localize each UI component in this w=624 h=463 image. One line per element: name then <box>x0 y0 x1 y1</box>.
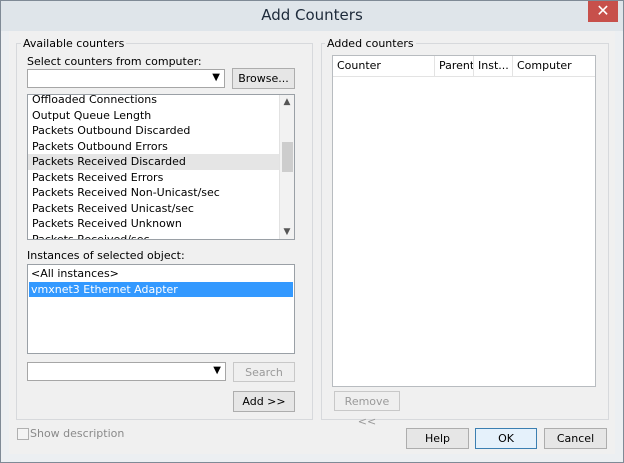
table-header: Counter Parent Inst... Computer <box>333 56 595 77</box>
title-bar: Add Counters ✕ <box>1 1 623 31</box>
dialog-body: Available counters Select counters from … <box>9 31 615 454</box>
counter-list-item[interactable]: Packets Received Discarded <box>28 154 279 170</box>
counter-list-item[interactable]: Packets Outbound Discarded <box>28 123 279 139</box>
computer-combo[interactable]: ▼ <box>27 69 225 88</box>
counters-list-items: Offloaded Connections Output Queue Length… <box>28 95 279 240</box>
scroll-down-icon[interactable]: ▼ <box>280 227 294 237</box>
instance-list-item[interactable]: <All instances> <box>29 266 293 282</box>
added-counters-table[interactable]: Counter Parent Inst... Computer <box>332 55 596 387</box>
search-button[interactable]: Search <box>233 362 295 382</box>
help-button[interactable]: Help <box>406 428 469 449</box>
counter-list-item[interactable]: Packets Outbound Errors <box>28 139 279 155</box>
counters-list[interactable]: Offloaded Connections Output Queue Length… <box>27 94 295 240</box>
window-title: Add Counters <box>261 6 363 24</box>
add-button[interactable]: Add >> <box>233 391 295 412</box>
dropdown-arrow-icon: ▼ <box>212 72 220 83</box>
browse-button[interactable]: Browse... <box>232 68 295 89</box>
added-counters-label: Added counters <box>325 37 416 50</box>
column-header-instance[interactable]: Inst... <box>474 56 513 76</box>
ok-button[interactable]: OK <box>475 428 537 449</box>
instance-list-item[interactable]: vmxnet3 Ethernet Adapter <box>29 281 293 297</box>
close-button[interactable]: ✕ <box>588 1 618 22</box>
scroll-up-icon[interactable]: ▲ <box>280 97 294 107</box>
counter-list-item[interactable]: Packets Received Non-Unicast/sec <box>28 185 279 201</box>
counter-list-item[interactable]: Packets Received Unicast/sec <box>28 201 279 217</box>
column-header-computer[interactable]: Computer <box>513 56 595 76</box>
available-counters-label: Available counters <box>21 37 127 50</box>
counter-list-item[interactable]: Offloaded Connections <box>28 95 279 108</box>
instances-list-items: <All instances> vmxnet3 Ethernet Adapter <box>29 266 293 297</box>
show-description-label: Show description <box>30 427 125 440</box>
counter-list-item[interactable]: Output Queue Length <box>28 108 279 124</box>
add-counters-dialog: Add Counters ✕ Available counters Select… <box>0 0 624 463</box>
column-header-counter[interactable]: Counter <box>333 56 435 76</box>
dropdown-arrow-icon: ▼ <box>213 365 221 376</box>
scroll-thumb[interactable] <box>282 142 293 172</box>
show-description-checkbox[interactable] <box>17 428 29 440</box>
instance-search-combo[interactable]: ▼ <box>27 362 226 381</box>
counters-scrollbar[interactable]: ▲ ▼ <box>279 95 294 239</box>
remove-button[interactable]: Remove << <box>334 391 400 428</box>
instances-list[interactable]: <All instances> vmxnet3 Ethernet Adapter <box>27 264 295 354</box>
column-header-parent[interactable]: Parent <box>435 56 474 76</box>
instances-label: Instances of selected object: <box>27 249 185 262</box>
cancel-button[interactable]: Cancel <box>544 428 607 449</box>
counter-list-item[interactable]: Packets Received/sec <box>28 232 279 240</box>
select-computer-label: Select counters from computer: <box>27 55 202 68</box>
counter-list-item[interactable]: Packets Received Unknown <box>28 216 279 232</box>
counter-list-item[interactable]: Packets Received Errors <box>28 170 279 186</box>
